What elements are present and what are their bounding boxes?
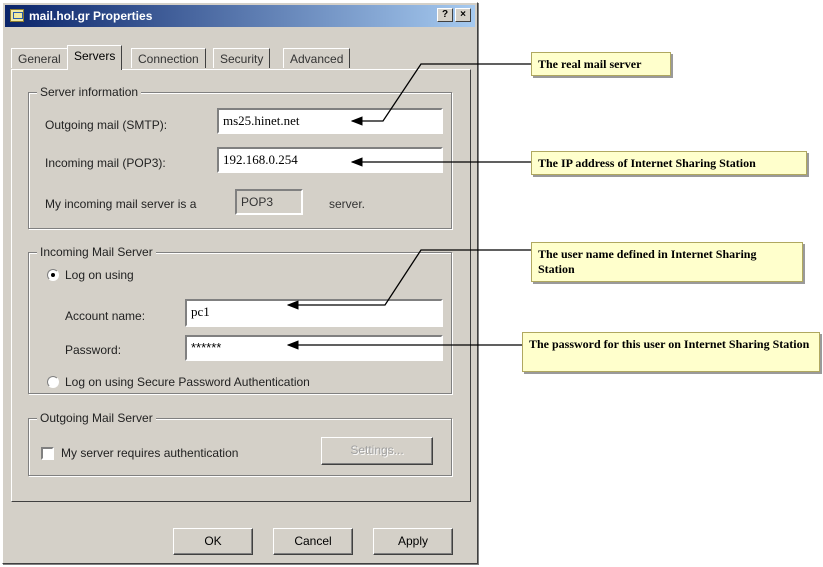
server-information-label: Server information [37,85,142,99]
callout-password: The password for this user on Internet S… [522,332,820,372]
help-button[interactable]: ? [437,8,453,22]
window-title: mail.hol.gr Properties [29,9,153,23]
close-button[interactable]: × [455,8,471,22]
title-bar[interactable]: mail.hol.gr Properties ? × [5,5,475,27]
server-auth-label: My server requires authentication [61,446,239,460]
account-name-label: Account name: [65,309,146,323]
callout-real-mail-server: The real mail server [531,52,671,76]
spa-logon-label: Log on using Secure Password Authenticat… [65,375,310,389]
apply-button[interactable]: Apply [373,528,453,555]
password-label: Password: [65,343,122,357]
servers-tab-panel: Server information Outgoing mail (SMTP):… [11,69,471,502]
server-auth-checkbox[interactable] [41,447,54,460]
incoming-mail-server-label: Incoming Mail Server [37,245,156,259]
password-field[interactable]: ****** [185,335,443,361]
tab-general[interactable]: General [11,48,68,68]
incoming-mail-server-group: Incoming Mail Server Log on using Accoun… [28,245,452,394]
server-type-suffix: server. [329,197,366,211]
incoming-mail-field[interactable]: 192.168.0.254 [217,147,443,173]
outgoing-mail-server-group: Outgoing Mail Server My server requires … [28,411,452,476]
account-name-field[interactable]: pc1 [185,299,443,327]
server-type-field: POP3 [235,189,303,215]
properties-dialog: mail.hol.gr Properties ? × General Serve… [2,2,478,564]
callout-user-name: The user name defined in Internet Sharin… [531,242,803,282]
outgoing-mail-label: Outgoing mail (SMTP): [45,118,168,132]
tab-servers[interactable]: Servers [67,45,123,70]
spa-logon-radio[interactable] [47,376,59,388]
outgoing-mail-field[interactable]: ms25.hinet.net [217,108,443,134]
settings-button[interactable]: Settings... [321,437,433,465]
tab-advanced[interactable]: Advanced [283,48,351,68]
logon-using-label: Log on using [65,268,134,282]
cancel-button[interactable]: Cancel [273,528,353,555]
ok-button[interactable]: OK [173,528,253,555]
tab-connection[interactable]: Connection [131,48,206,68]
callout-ip-address: The IP address of Internet Sharing Stati… [531,151,807,175]
incoming-mail-label: Incoming mail (POP3): [45,156,166,170]
outgoing-mail-server-label: Outgoing Mail Server [37,411,156,425]
server-information-group: Server information Outgoing mail (SMTP):… [28,85,452,229]
tab-security[interactable]: Security [213,48,271,68]
logon-using-radio[interactable] [47,269,59,281]
server-type-label: My incoming mail server is a [45,197,197,211]
mail-account-icon [10,9,24,22]
